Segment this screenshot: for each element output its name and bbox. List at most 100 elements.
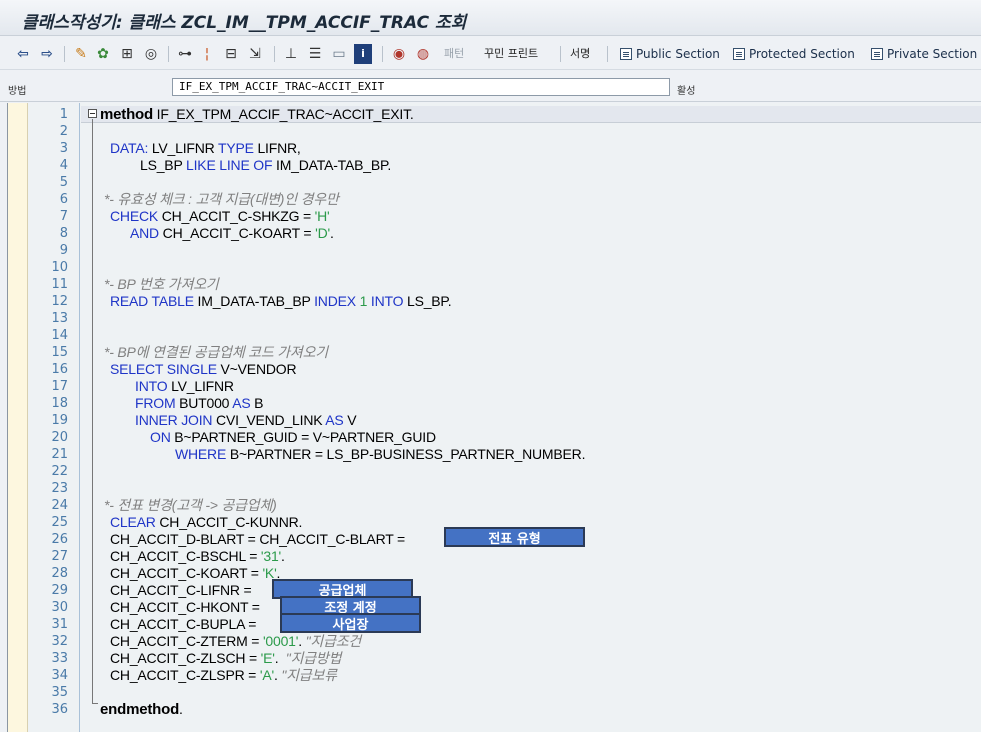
line-number: 15 — [51, 345, 68, 360]
code-line[interactable]: 35 — [8, 684, 981, 701]
public-section-button[interactable]: Public Section — [620, 43, 720, 65]
code-token: V — [343, 412, 357, 428]
check-icon[interactable]: ✿ — [94, 44, 112, 64]
code-line[interactable]: 17 INTO LV_LIFNR — [8, 378, 981, 395]
code-token: . — [179, 701, 183, 717]
comment-token: "지급보류 — [281, 667, 337, 683]
code-line[interactable]: 30 CH_ACCIT_C-HKONT = — [8, 599, 981, 616]
signature-button[interactable]: 서명 — [570, 44, 590, 64]
object-list-icon[interactable]: ⊟ — [222, 44, 240, 64]
line-number: 36 — [51, 702, 68, 717]
line-number: 28 — [51, 566, 68, 581]
code-line[interactable]: 3 DATA: LV_LIFNR TYPE LIFNR, — [8, 140, 981, 157]
code-line[interactable]: 33 CH_ACCIT_C-ZLSCH = 'E'. "지급방법 — [8, 650, 981, 667]
method-name-field[interactable]: IF_EX_TPM_ACCIF_TRAC~ACCIT_EXIT — [172, 78, 670, 96]
private-section-button[interactable]: Private Section — [871, 43, 977, 65]
code-line[interactable]: 29 CH_ACCIT_C-LIFNR = — [8, 582, 981, 599]
code-line[interactable]: 34 CH_ACCIT_C-ZLSPR = 'A'. "지급보류 — [8, 667, 981, 684]
code-line[interactable]: 21 WHERE B~PARTNER = LS_BP-BUSINESS_PARTN… — [8, 446, 981, 463]
code-line[interactable]: 2 — [8, 123, 981, 140]
code-line[interactable]: 19 INNER JOIN CVI_VEND_LINK AS V — [8, 412, 981, 429]
pretty-print-button[interactable]: 꾸민 프린트 — [484, 44, 538, 64]
test-icon[interactable]: ◎ — [142, 44, 160, 64]
line-number: 11 — [51, 277, 68, 292]
title-bar: 클래스작성기: 클래스 ZCL_IM__TPM_ACCIF_TRAC 조회 — [0, 0, 981, 36]
line-number: 18 — [51, 396, 68, 411]
business-place-annotation: 사업장 — [280, 613, 421, 633]
display-change-icon[interactable]: ✎ — [72, 44, 90, 64]
code-line[interactable]: 8 AND CH_ACCIT_C-KOART = 'D'. — [8, 225, 981, 242]
code-token: V~VENDOR — [216, 361, 297, 377]
code-token: CH_ACCIT_C-SHKZG = — [158, 208, 315, 224]
navigation-icon[interactable]: ⇲ — [246, 44, 264, 64]
comment-token: *- BP 번호 가져오기 — [104, 276, 219, 292]
keyword-token: INTO — [370, 293, 404, 309]
comment-token: *- 전표 변경(고객 -> 공급업체) — [104, 497, 277, 513]
public-section-label: Public Section — [636, 47, 720, 61]
session-breakpoint-icon[interactable]: ◍ — [414, 44, 432, 64]
line-number: 8 — [59, 226, 68, 241]
method-label: 방법 — [8, 86, 27, 97]
code-line[interactable]: 13 — [8, 310, 981, 327]
line-number: 34 — [51, 668, 68, 683]
forward-icon[interactable]: ⇨ — [38, 44, 56, 64]
code-text: CLEAR CH_ACCIT_C-KUNNR. — [110, 514, 302, 531]
code-text: AND CH_ACCIT_C-KOART = 'D'. — [130, 225, 334, 242]
code-line[interactable]: 24 *- 전표 변경(고객 -> 공급업체) — [8, 497, 981, 514]
hierarchy-icon[interactable]: ⊶ — [176, 44, 194, 64]
code-line[interactable]: 23 — [8, 480, 981, 497]
pattern-button[interactable]: 패턴 — [444, 44, 464, 64]
code-line[interactable]: 31 CH_ACCIT_C-BUPLA = — [8, 616, 981, 633]
line-number: 7 — [59, 209, 68, 224]
code-line[interactable]: 16 SELECT SINGLE V~VENDOR — [8, 361, 981, 378]
code-token: CH_ACCIT_C-LIFNR = — [110, 582, 252, 598]
code-line[interactable]: 9 — [8, 242, 981, 259]
code-line[interactable]: 27 CH_ACCIT_C-BSCHL = '31'. — [8, 548, 981, 565]
code-line[interactable]: 14 — [8, 327, 981, 344]
code-line[interactable]: 36 endmethod. — [8, 701, 981, 718]
code-text: CH_ACCIT_C-ZTERM = '0001'. "지급조건 — [110, 633, 361, 650]
code-line[interactable]: 11 *- BP 번호 가져오기 — [8, 276, 981, 293]
code-line[interactable]: 32 CH_ACCIT_C-ZTERM = '0001'. "지급조건 — [8, 633, 981, 650]
code-line[interactable]: 6 *- 유효성 체크 : 고객 지급(대변)인 경우만 — [8, 191, 981, 208]
code-line[interactable]: 22 — [8, 463, 981, 480]
set-breakpoint-icon[interactable]: ◉ — [390, 44, 408, 64]
code-line[interactable]: 20 ON B~PARTNER_GUID = V~PARTNER_GUID — [8, 429, 981, 446]
code-line[interactable]: 7 CHECK CH_ACCIT_C-SHKZG = 'H' — [8, 208, 981, 225]
code-line[interactable]: 1 method IF_EX_TPM_ACCIF_TRAC~ACCIT_EXIT. — [8, 106, 981, 123]
line-number: 33 — [51, 651, 68, 666]
section-icon — [620, 48, 632, 60]
line-number: 9 — [59, 243, 68, 258]
protected-section-button[interactable]: Protected Section — [733, 43, 855, 65]
code-text: INTO LV_LIFNR — [135, 378, 234, 395]
info-icon[interactable]: i — [354, 44, 372, 64]
code-line[interactable]: 10 — [8, 259, 981, 276]
code-line[interactable]: 18 FROM BUT000 AS B — [8, 395, 981, 412]
keyword-token: INDEX — [314, 293, 356, 309]
keyword-token: WHERE — [175, 446, 227, 462]
code-token: CH_ACCIT_C-BUPLA = — [110, 616, 257, 632]
structure-icon[interactable]: ⊥ — [282, 44, 300, 64]
comment-token: "지급방법 — [285, 650, 342, 666]
class-icon[interactable]: ☰ — [306, 44, 324, 64]
comment-token: "지급조건 — [305, 633, 362, 649]
code-text: endmethod. — [100, 701, 183, 718]
code-token: LIFNR, — [253, 140, 301, 156]
line-number: 23 — [51, 481, 68, 496]
literal-token: 'A' — [259, 667, 274, 683]
code-line[interactable]: 15 *- BP에 연결된 공급업체 코드 가져오기 — [8, 344, 981, 361]
code-editor[interactable]: 1 method IF_EX_TPM_ACCIF_TRAC~ACCIT_EXIT.… — [7, 103, 981, 732]
code-line[interactable]: 5 — [8, 174, 981, 191]
code-line[interactable]: 28 CH_ACCIT_C-KOART = 'K'. — [8, 565, 981, 582]
toolbar-separator — [274, 46, 275, 62]
window-icon[interactable]: ▭ — [330, 44, 348, 64]
keyword-token: method — [100, 106, 153, 123]
line-number: 24 — [51, 498, 68, 513]
activate-icon[interactable]: ⊞ — [118, 44, 136, 64]
code-line[interactable]: 12 READ TABLE IM_DATA-TAB_BP INDEX 1 INTO… — [8, 293, 981, 310]
line-number: 30 — [51, 600, 68, 615]
code-token: . — [298, 633, 306, 649]
where-used-icon[interactable]: ¦ — [200, 44, 214, 64]
code-line[interactable]: 4 LS_BP LIKE LINE OF IM_DATA-TAB_BP. — [8, 157, 981, 174]
back-icon[interactable]: ⇦ — [14, 44, 32, 64]
